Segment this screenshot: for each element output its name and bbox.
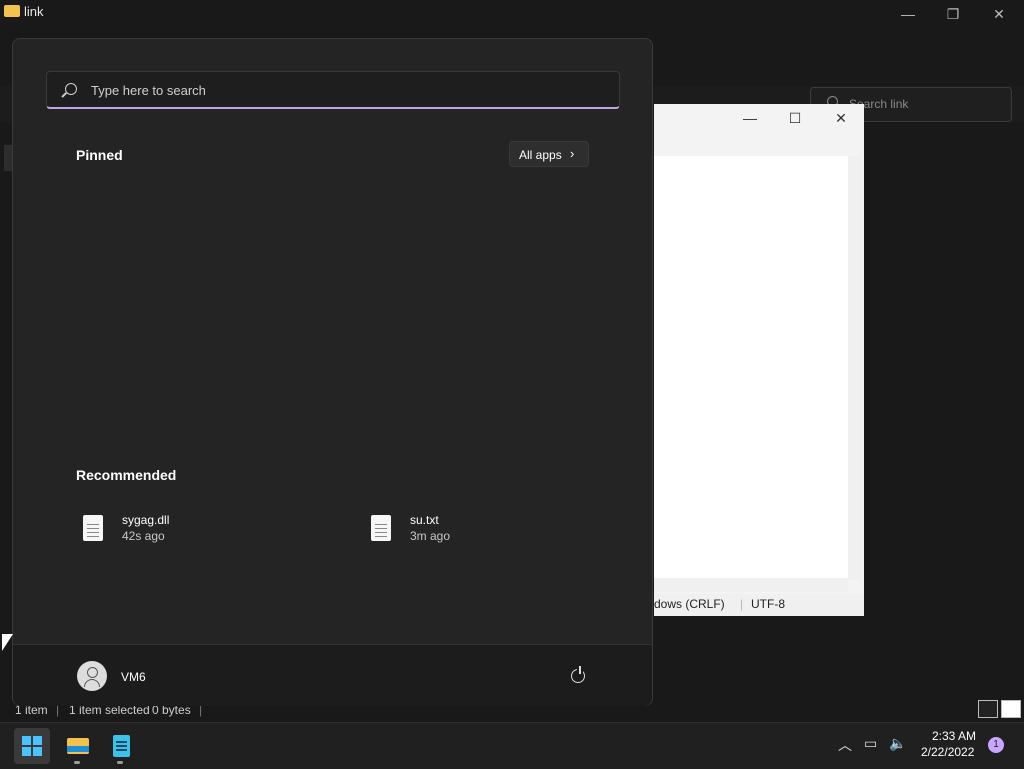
pinned-title: Pinned <box>76 147 123 163</box>
file-explorer-icon[interactable] <box>59 728 95 764</box>
user-icon-head <box>87 667 98 678</box>
folder-icon-band <box>67 746 89 752</box>
notepad-icon[interactable] <box>102 728 138 764</box>
running-indicator <box>74 761 80 764</box>
all-apps-label: All apps <box>519 148 562 162</box>
minimize-icon[interactable]: — <box>735 110 765 126</box>
start-search-input[interactable] <box>89 78 593 102</box>
recommended-item[interactable]: sygag.dll 42s ago <box>77 511 337 551</box>
restore-icon[interactable]: ❐ <box>938 4 968 24</box>
notepad-status-bar: dows (CRLF) | UTF-8 <box>654 594 864 616</box>
mouse-cursor-icon <box>2 634 13 651</box>
user-icon-body <box>84 679 100 687</box>
power-icon[interactable] <box>571 666 585 683</box>
running-indicator <box>117 761 123 764</box>
user-name[interactable]: VM6 <box>121 670 146 684</box>
all-apps-button[interactable]: All apps › <box>509 141 589 167</box>
recommended-item-name: su.txt <box>410 513 439 527</box>
start-search-box[interactable] <box>46 71 620 109</box>
user-icon[interactable] <box>77 661 107 691</box>
tiles-view-button[interactable] <box>1001 700 1021 718</box>
details-view-button[interactable] <box>978 700 998 718</box>
explorer-title: link <box>24 4 44 19</box>
clock-time[interactable]: 2:33 AM <box>932 729 976 743</box>
chevron-right-icon: › <box>570 146 575 161</box>
file-icon <box>371 515 391 541</box>
navigation-expand-handle[interactable] <box>4 145 12 171</box>
explorer-titlebar[interactable]: link — ❐ ✕ <box>0 0 1024 30</box>
volume-icon[interactable]: 🔈 <box>889 735 906 752</box>
clock-date[interactable]: 2/22/2022 <box>921 745 974 759</box>
line-ending-status: dows (CRLF) <box>654 597 725 611</box>
status-divider: | <box>740 597 744 611</box>
minimize-icon[interactable]: — <box>893 4 923 24</box>
search-icon <box>65 83 77 95</box>
file-icon <box>83 515 103 541</box>
network-icon[interactable]: ▭ <box>864 735 877 752</box>
recommended-item[interactable]: su.txt 3m ago <box>365 511 625 551</box>
windows-start-icon[interactable] <box>14 728 50 764</box>
vertical-scrollbar[interactable] <box>848 156 862 580</box>
close-icon[interactable]: ✕ <box>984 4 1014 24</box>
close-icon[interactable]: ✕ <box>826 110 856 127</box>
start-menu-footer: VM6 <box>13 644 652 706</box>
recommended-item-time: 3m ago <box>410 529 451 543</box>
power-icon-bar <box>576 666 583 674</box>
horizontal-scrollbar[interactable] <box>654 578 848 592</box>
search-icon-handle <box>61 92 67 98</box>
recommended-title: Recommended <box>76 467 177 483</box>
notification-badge[interactable]: 1 <box>988 737 1004 753</box>
recommended-item-time: 42s ago <box>122 529 165 543</box>
encoding-status: UTF-8 <box>751 597 785 611</box>
maximize-icon[interactable]: ☐ <box>780 110 810 127</box>
notepad-window: — ☐ ✕ dows (CRLF) | UTF-8 <box>654 104 864 616</box>
folder-icon <box>4 5 20 17</box>
start-menu: Pinned All apps › Recommended sygag.dll … <box>12 38 653 706</box>
taskbar: ︿ ▭ 🔈 2:33 AM 2/22/2022 1 <box>0 722 1024 769</box>
notepad-page <box>113 735 130 757</box>
chevron-up-icon[interactable]: ︿ <box>838 735 852 755</box>
recommended-item-name: sygag.dll <box>122 513 170 527</box>
notepad-text-area[interactable] <box>654 156 848 580</box>
